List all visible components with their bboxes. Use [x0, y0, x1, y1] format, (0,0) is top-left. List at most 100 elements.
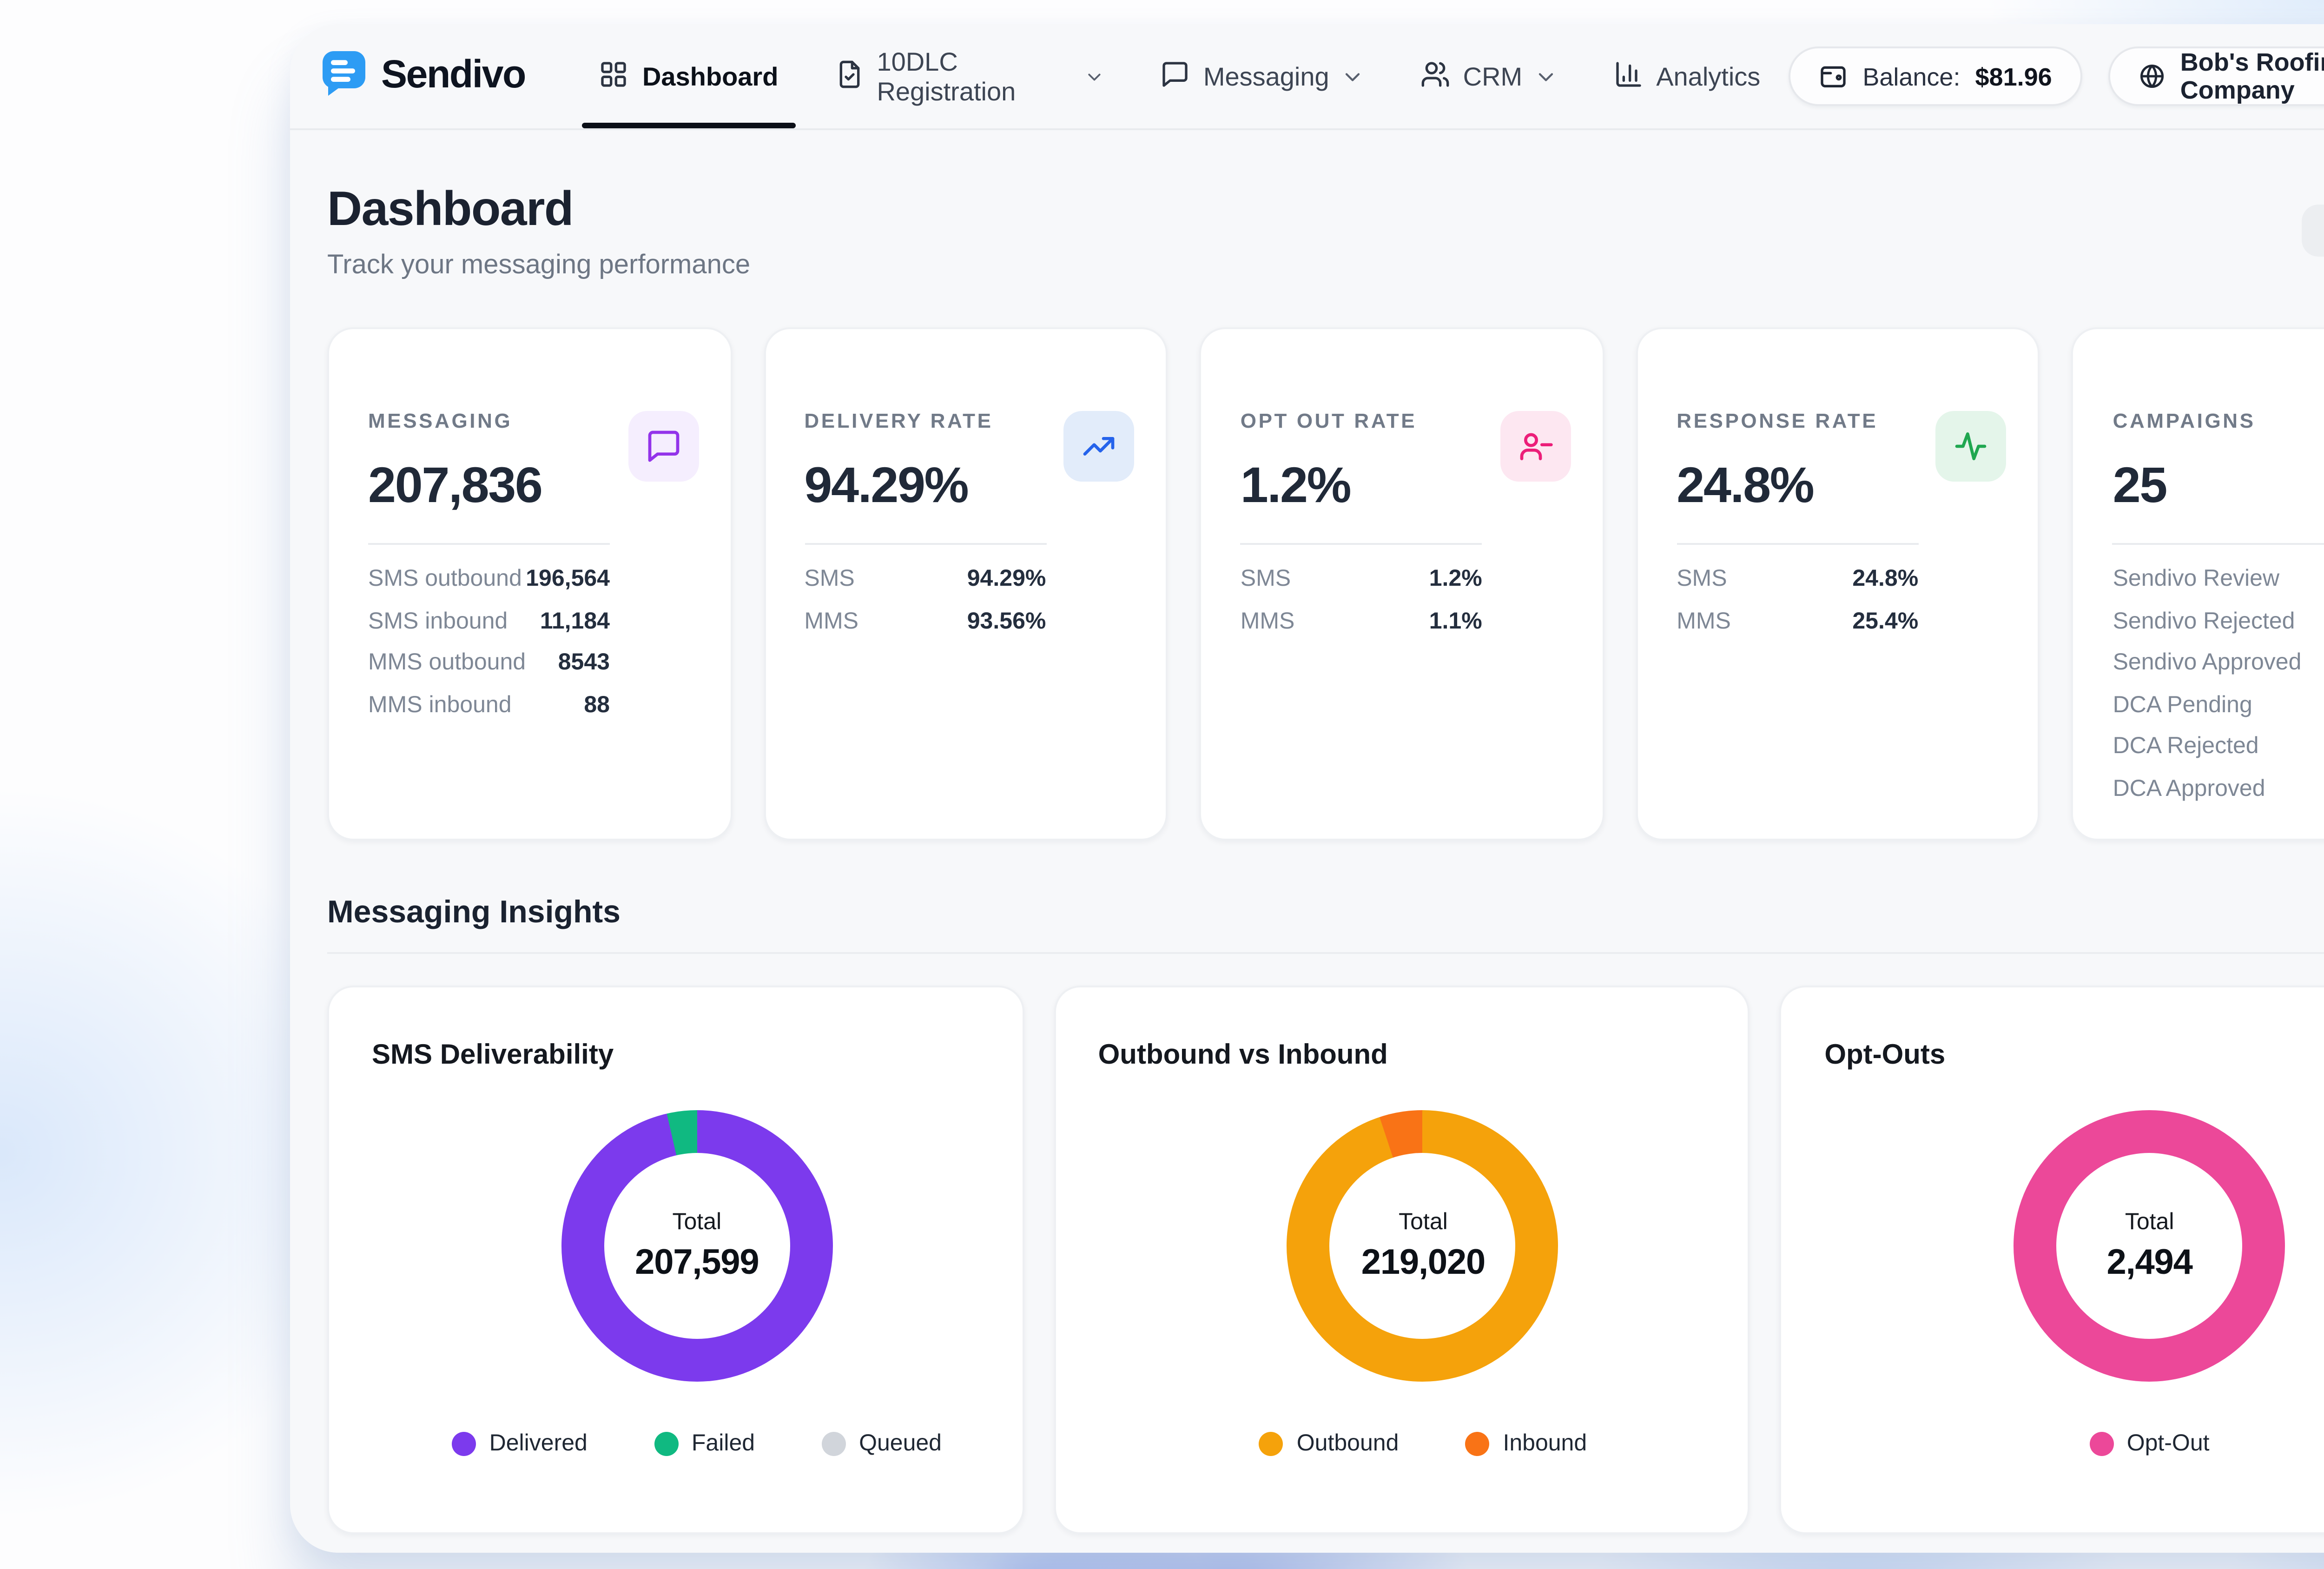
brand-name: Sendivo	[381, 54, 525, 99]
section-divider	[327, 952, 2324, 954]
row-label: MMS	[804, 607, 858, 633]
donut-center: Total 207,599	[604, 1153, 790, 1339]
row-label: MMS inbound	[368, 691, 512, 717]
sendivo-logo-icon	[320, 47, 368, 105]
row-value: 11,184	[540, 607, 610, 633]
chevron-down-icon	[1340, 64, 1365, 88]
stat-breakdown: SMS 94.29% MMS 93.56%	[804, 565, 1046, 649]
stat-row: SMS outbound196,564	[368, 565, 610, 607]
page-subtitle: Track your messaging performance	[327, 251, 750, 281]
stat-row: MMS 1.1%	[1241, 607, 1482, 649]
stat-card-opt-out-rate: OPT OUT RATE 1.2% SMS1.2% MMS1.1%	[1200, 327, 1604, 841]
header-actions: Balance: $81.96 Bob's Roofing Company	[1788, 46, 2324, 106]
row-label: DCA Rejected	[2113, 733, 2259, 759]
chat-bubble-icon	[1161, 59, 1190, 94]
legend-item: Outbound	[1260, 1430, 1399, 1456]
stat-row: MMS outbound 8543	[368, 649, 610, 691]
tab-label: CRM	[1463, 61, 1523, 91]
page-heading-block: Dashboard Track your messaging performan…	[327, 180, 750, 281]
stat-row: MMS inbound88	[368, 691, 610, 733]
divider	[368, 543, 610, 545]
legend-label: Opt-Out	[2127, 1430, 2210, 1456]
brand-logo[interactable]: Sendivo	[320, 47, 525, 105]
stat-breakdown: SMS outbound196,564 SMS inbound 11,184 MM…	[368, 565, 610, 733]
stat-value: 25	[2113, 457, 2324, 515]
chart-legend: Opt-Out	[1824, 1430, 2324, 1456]
donut-center: Total 219,020	[1330, 1153, 1516, 1339]
row-label: SMS inbound	[368, 607, 508, 633]
bar-chart-icon	[1613, 59, 1643, 94]
page-background: Sendivo Dashboard 10DLC Registration	[0, 0, 2324, 1569]
donut-center: Total 2,494	[2057, 1153, 2243, 1339]
stat-card-response-rate: RESPONSE RATE 24.8% SMS24.8% MMS25.4%	[1636, 327, 2040, 841]
tab-label: 10DLC Registration	[877, 46, 1073, 106]
row-label: SMS	[1677, 565, 1727, 591]
donut-center-value: 2,494	[2107, 1243, 2192, 1284]
stat-row: DCA Rejected1	[2113, 733, 2324, 775]
row-label: Sendivo Approved	[2113, 649, 2302, 675]
section-title-messaging-insights: Messaging Insights	[327, 894, 2324, 932]
tab-analytics[interactable]: Analytics	[1585, 24, 1788, 128]
row-label: DCA Approved	[2113, 775, 2265, 801]
donut-center-value: 207,599	[635, 1243, 759, 1284]
opt-outs-donut-chart: Total 2,494	[2014, 1110, 2285, 1382]
top-nav: Sendivo Dashboard 10DLC Registration	[290, 24, 2324, 130]
stat-card-delivery-rate: DELIVERY RATE 94.29% SMS94.29% MMS93.56%	[763, 327, 1168, 841]
balance-button[interactable]: Balance: $81.96	[1788, 46, 2081, 106]
legend-label: Failed	[692, 1430, 755, 1456]
stat-row: DCA Pending1	[2113, 691, 2324, 733]
row-value: 8543	[558, 649, 610, 675]
row-label: MMS	[1241, 607, 1295, 633]
stat-row: SMS1.2%	[1241, 565, 1482, 607]
outbound-vs-inbound-donut-chart: Total 219,020	[1287, 1110, 1559, 1382]
balance-value: $81.96	[1975, 62, 2052, 90]
tab-label: Analytics	[1656, 61, 1760, 91]
globe-icon	[2138, 61, 2166, 91]
wallet-icon	[1818, 61, 1848, 91]
legend-label: Inbound	[1503, 1430, 1587, 1456]
tab-10dlc-registration[interactable]: 10DLC Registration	[806, 24, 1132, 128]
stat-row: Sendivo Review1	[2113, 565, 2324, 607]
company-switcher-button[interactable]: Bob's Roofing Company	[2108, 46, 2324, 106]
date-range-badge[interactable]: Last 7 days	[2302, 205, 2324, 257]
page-title: Dashboard	[327, 180, 750, 238]
trending-up-icon	[1064, 411, 1135, 482]
row-value: 24.8%	[1852, 565, 1918, 591]
grid-icon	[600, 59, 629, 94]
stat-breakdown: SMS1.2% MMS 1.1%	[1241, 565, 1482, 649]
donut-center-value: 219,020	[1361, 1243, 1485, 1284]
divider	[2113, 543, 2324, 545]
charts-row: SMS Deliverability Total 207,599 Deliver…	[327, 986, 2324, 1534]
row-value: 25.4%	[1852, 607, 1918, 633]
divider	[1677, 543, 1918, 545]
row-label: SMS	[804, 565, 854, 591]
row-value: 93.56%	[967, 607, 1046, 633]
nav-tabs: Dashboard 10DLC Registration Messaging	[572, 24, 1788, 128]
page-header: Dashboard Track your messaging performan…	[327, 180, 2324, 281]
legend-item: Inbound	[1466, 1430, 1587, 1456]
row-label: MMS outbound	[368, 649, 526, 675]
legend-dot	[2090, 1431, 2114, 1455]
tab-messaging[interactable]: Messaging	[1133, 24, 1393, 128]
divider	[804, 543, 1046, 545]
divider	[1241, 543, 1482, 545]
balance-label: Balance:	[1862, 62, 1960, 90]
stat-breakdown: Sendivo Review1 Sendivo Rejected0 Sendiv…	[2113, 565, 2324, 816]
tab-dashboard[interactable]: Dashboard	[572, 24, 806, 128]
app-window: Sendivo Dashboard 10DLC Registration	[290, 24, 2324, 1553]
legend-item: Failed	[654, 1430, 755, 1456]
row-value: 1.1%	[1429, 607, 1482, 633]
legend-dot	[1260, 1431, 1284, 1455]
row-value: 1.2%	[1429, 565, 1482, 591]
stat-row: SMS inbound 11,184	[368, 607, 610, 649]
stat-cards-row: MESSAGING 207,836 SMS outbound196,564 SM…	[327, 327, 2324, 841]
tab-crm[interactable]: CRM	[1393, 24, 1586, 128]
stat-row: SMS 24.8%	[1677, 565, 1918, 607]
legend-dot	[654, 1431, 679, 1455]
tab-label: Messaging	[1203, 61, 1329, 91]
row-value: 94.29%	[967, 565, 1046, 591]
chevron-down-icon	[1533, 64, 1558, 88]
sms-deliverability-donut-chart: Total 207,599	[561, 1110, 832, 1382]
stat-row: MMS25.4%	[1677, 607, 1918, 649]
row-label: SMS outbound	[368, 565, 522, 591]
